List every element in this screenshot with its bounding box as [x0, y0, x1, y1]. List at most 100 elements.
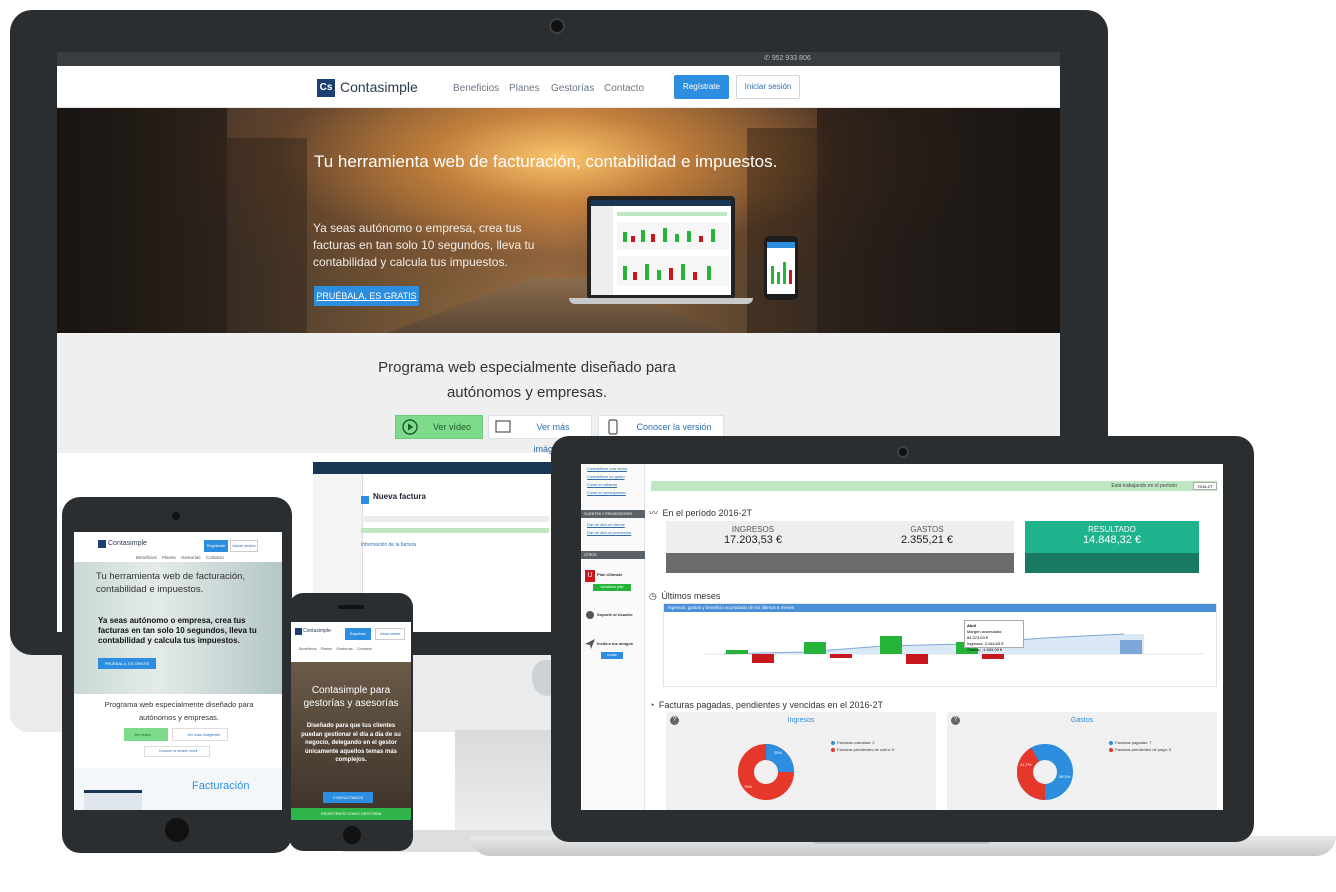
register-button[interactable]: Regístrate	[674, 75, 729, 99]
app-topbar	[313, 462, 553, 474]
sidebar-link[interactable]: Dar de alta un proveedor	[587, 530, 631, 535]
contasimple-logo-icon[interactable]	[98, 540, 106, 548]
phone-nav: Beneficios Planes Gestorías Contacto	[299, 647, 372, 651]
nav-contacto[interactable]: Contacto	[206, 555, 224, 560]
nav-beneficios[interactable]: Beneficios	[299, 647, 317, 651]
invoices-section: ◔ Facturas pagadas, pendientes y vencida…	[649, 695, 883, 713]
sidebar-link[interactable]: Crear un albarán	[587, 482, 617, 487]
card-label: RESULTADO	[1088, 525, 1136, 534]
support-label[interactable]: Soporte al Usuario	[597, 612, 633, 617]
hero-title: Tu herramienta web de facturación, conta…	[96, 571, 246, 595]
expenses-card: GASTOS 2.355,21 €	[840, 521, 1014, 573]
hero-banner: Tu herramienta web de facturación, conta…	[57, 108, 1060, 333]
legend-item: Facturas pagadas: 7	[1109, 740, 1151, 745]
contasimple-logo-icon[interactable]: Cs	[317, 79, 335, 97]
band-title-line: autónomos y empresas.	[446, 384, 608, 401]
legend-swatch	[1109, 740, 1113, 745]
plan-label: Plan Ultimate	[597, 572, 623, 577]
login-button[interactable]: Iniciar sesión	[230, 540, 258, 552]
nav-planes[interactable]: Planes	[509, 83, 540, 94]
contasimple-logo-icon[interactable]	[295, 628, 302, 635]
site-header: Cs Contasimple Beneficios Planes Gestorí…	[57, 66, 1060, 108]
legend-swatch	[1109, 747, 1113, 752]
nav-contacto[interactable]: Contacto	[357, 647, 372, 651]
nav-planes[interactable]: Planes	[162, 555, 176, 560]
hero-subtitle: Diseñado para que tus clientes puedan ge…	[301, 723, 401, 763]
phone-home-button	[343, 826, 361, 844]
period-bar: Está trabajando en el período	[651, 481, 1217, 491]
phone-hero: Contasimple para gestorías y asesorías D…	[291, 662, 411, 820]
months-title: Últimos meses	[661, 591, 721, 601]
top-strip: ✆ 952 933 806	[57, 52, 1060, 66]
hero-subtitle: Ya seas autónomo o empresa, crea tus fac…	[313, 221, 535, 269]
nav-planes[interactable]: Planes	[321, 647, 333, 651]
app-preview-thumbnail	[84, 790, 142, 810]
sidebar-link[interactable]: Contabilizar una venta	[587, 466, 627, 471]
tooltip-line: Gastos: -1.009,00 €	[967, 647, 1003, 652]
pie-icon: ◔	[649, 700, 655, 710]
register-button[interactable]: Regístrate	[204, 540, 228, 552]
upgrade-plan-button[interactable]: Actualizar plan	[593, 584, 631, 591]
nav-beneficios[interactable]: Beneficios	[136, 555, 157, 560]
brand-name[interactable]: Contasimple	[108, 540, 147, 547]
pie-label: 25%	[774, 750, 783, 755]
register-button[interactable]: Regístrate	[345, 628, 371, 640]
sidebar-link[interactable]: Contabilizar un gasto	[587, 474, 625, 479]
monthly-chart: Ingresos, gastos y beneficio acumulado d…	[663, 603, 1217, 687]
chart-title: Ingresos, gastos y beneficio acumulado d…	[668, 605, 795, 610]
expenses-pie-panel: ? Gastos 41,7% 58,3% Facturas pagadas: 7…	[947, 712, 1217, 810]
period-bar-label: Está trabajando en el período	[1111, 483, 1177, 489]
income-pie-panel: ? Ingresos 25% 75% Facturas cobradas: 2 …	[666, 712, 936, 810]
invoice-title: Nueva factura	[373, 492, 426, 501]
nav-contacto[interactable]: Contacto	[604, 83, 644, 94]
chart-tooltip: Abril Margen acumulado: 84.374,63 € Ingr…	[964, 620, 1024, 652]
macbook-screen: Contabilizar una venta Contabilizar un g…	[581, 464, 1223, 810]
support-icon	[586, 611, 594, 619]
login-button[interactable]: Iniciar sesión	[375, 628, 405, 640]
income-card: INGRESOS 17.203,53 €	[666, 521, 840, 573]
try-free-button[interactable]: PRUÉBALA, ES GRATIS	[314, 286, 419, 306]
hero-title: Contasimple para gestorías y asesorías	[303, 685, 399, 709]
invite-button[interactable]: Invitar	[601, 652, 623, 659]
legend-label: Facturas pagadas: 7	[1115, 740, 1152, 745]
legend-label: Facturas pendientes de pago: 5	[1115, 747, 1172, 752]
watch-video-button[interactable]: Ver vídeo	[395, 415, 483, 439]
macbook-camera-icon	[897, 446, 909, 458]
sidebar-section-others: OTROS	[581, 551, 645, 559]
nav-gestorias[interactable]: Gestorías	[336, 647, 352, 651]
expenses-pie-chart	[1017, 744, 1073, 800]
card-footer	[1025, 553, 1199, 573]
section-title: Facturación	[192, 780, 250, 792]
pie-label: 58,3%	[1059, 774, 1071, 779]
card-label: INGRESOS	[731, 525, 775, 534]
phone-screen: Contasimple Regístrate Iniciar sesión Be…	[291, 622, 411, 820]
nav-gestorias[interactable]: Gestorías	[181, 555, 201, 560]
city-building-left	[57, 108, 227, 333]
band-title: Programa web especialmente diseñado para…	[104, 700, 254, 722]
register-gestoria-button[interactable]: REGÍSTRATE COMO GESTORÍA	[291, 808, 411, 820]
invoice-icon	[361, 496, 369, 504]
watch-video-button[interactable]: Ver vídeo	[124, 728, 168, 741]
pie-label: 41,7%	[1020, 762, 1032, 767]
legend-item: Facturas pendientes de pago: 5	[1109, 747, 1171, 752]
mockup-chart	[771, 262, 792, 284]
try-free-button[interactable]: PRUÉBALA, ES GRATIS	[98, 658, 156, 669]
hero-title: Tu herramienta web de facturación, conta…	[314, 152, 778, 171]
legend-item: Facturas cobradas: 2	[831, 740, 875, 745]
more-images-button[interactable]: Ver más imágenes	[172, 728, 228, 741]
sidebar-link[interactable]: Dar de alta un cliente	[587, 522, 625, 527]
brand-name[interactable]: Contasimple	[303, 628, 331, 634]
card-footer	[666, 553, 840, 573]
nav-gestorias[interactable]: Gestorías	[551, 83, 594, 94]
period-select[interactable]: 2016-2T	[1193, 482, 1217, 490]
mockup-sidebar	[591, 206, 613, 295]
login-button[interactable]: Iniciar sesión	[736, 75, 800, 99]
nav-beneficios[interactable]: Beneficios	[453, 83, 499, 94]
brand-name[interactable]: Contasimple	[340, 79, 418, 95]
contact-button[interactable]: CONTÁCTANOS	[323, 792, 373, 803]
toolbar	[361, 516, 549, 522]
sidebar-link[interactable]: Crear un presupuesto	[587, 490, 626, 495]
hero-laptop-base	[569, 298, 753, 304]
card-value: 14.848,32 €	[1082, 534, 1142, 546]
mobile-version-button[interactable]: Conocer la versión móvil	[144, 746, 210, 757]
